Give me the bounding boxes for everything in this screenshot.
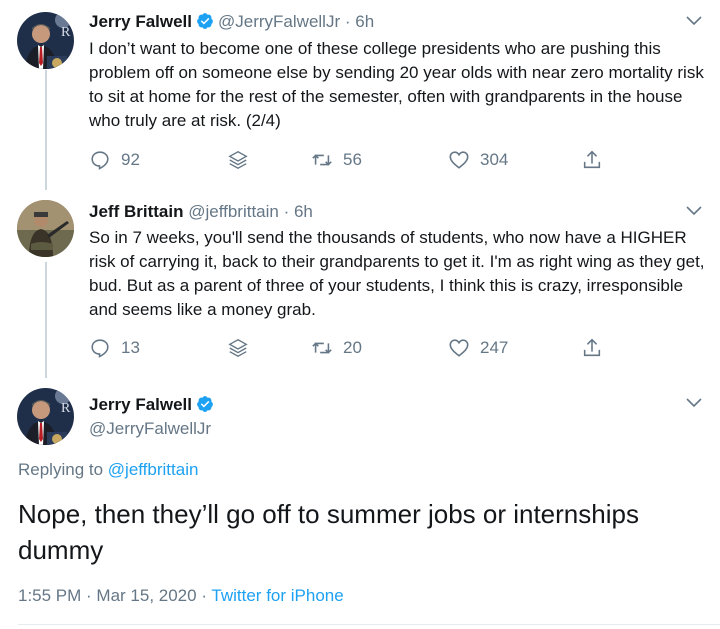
replying-to-handle-link[interactable]: @jeffbrittain	[108, 460, 199, 479]
avatar-jeff-brittain[interactable]	[17, 200, 74, 257]
author-handle[interactable]: @JerryFalwellJr	[89, 419, 211, 438]
like-button[interactable]: 304	[448, 148, 508, 172]
verified-badge-icon	[196, 12, 214, 30]
author-name[interactable]: Jerry Falwell	[89, 395, 192, 414]
share-stack-button[interactable]	[227, 336, 259, 360]
tweet-header: Jerry Falwell @JerryFalwellJr · 6h	[89, 12, 374, 32]
retweet-button[interactable]: 56	[311, 148, 362, 172]
chevron-down-icon[interactable]	[686, 398, 702, 408]
tweet-text: So in 7 weeks, you'll send the thousands…	[89, 228, 705, 319]
tweet-timestamp[interactable]: 1:55 PM · Mar 15, 2020 ·	[18, 586, 211, 605]
heart-icon	[449, 151, 469, 169]
upload-icon	[583, 150, 601, 169]
reply-button[interactable]: 92	[89, 148, 140, 172]
svg-text:R: R	[61, 401, 71, 416]
reply-button[interactable]: 13	[89, 336, 140, 360]
like-count: 247	[480, 338, 509, 357]
author-name[interactable]: Jerry Falwell	[89, 12, 192, 31]
like-button[interactable]: 247	[448, 336, 508, 360]
tweet-source-link[interactable]: Twitter for iPhone	[211, 586, 343, 605]
thread-tweet-2[interactable]: Jeff Brittain @jeffbrittain · 6h So in 7…	[0, 190, 720, 380]
focused-author-name-row: Jerry Falwell	[89, 395, 218, 415]
avatar-jerry-falwell[interactable]: R	[17, 12, 74, 69]
chevron-down-icon[interactable]	[686, 206, 702, 216]
author-handle[interactable]: @JerryFalwellJr	[218, 12, 340, 31]
like-count: 304	[480, 150, 509, 169]
share-button[interactable]	[581, 336, 613, 360]
tweet-actions: 13 20 247	[89, 336, 609, 360]
svg-text:R: R	[61, 25, 71, 40]
chevron-down-icon[interactable]	[686, 16, 702, 26]
tweet-meta: 1:55 PM · Mar 15, 2020 · Twitter for iPh…	[18, 586, 344, 606]
thread-tweet-1[interactable]: R Jerry Falwell @JerryFalwellJr · 6h I do…	[0, 0, 720, 190]
retweet-icon	[312, 154, 332, 166]
replying-to-label: Replying to	[18, 460, 108, 479]
layers-icon	[228, 150, 248, 170]
avatar-jerry-falwell[interactable]: R	[17, 388, 74, 445]
retweet-icon	[312, 342, 332, 354]
tweet-text: I don’t want to become one of these coll…	[89, 39, 704, 130]
retweet-button[interactable]: 20	[311, 336, 362, 360]
retweet-count: 20	[343, 338, 362, 357]
tweet-time[interactable]: · 6h	[284, 202, 313, 221]
author-name[interactable]: Jeff Brittain	[89, 202, 183, 221]
reply-icon	[91, 151, 109, 170]
reply-icon	[91, 339, 109, 358]
tweet-header: Jeff Brittain @jeffbrittain · 6h	[89, 202, 313, 222]
tweet-time[interactable]: · 6h	[345, 12, 374, 31]
tweet-actions: 92 56 304	[89, 148, 609, 172]
share-stack-button[interactable]	[227, 148, 259, 172]
heart-icon	[449, 339, 469, 357]
focused-author-handle-row: @JerryFalwellJr	[89, 419, 211, 439]
layers-icon	[228, 338, 248, 358]
replying-to: Replying to @jeffbrittain	[18, 460, 198, 480]
focused-tweet-text: Nope, then they’ll go off to summer jobs…	[18, 499, 639, 565]
verified-badge-icon	[196, 395, 214, 413]
upload-icon	[583, 338, 601, 357]
reply-count: 92	[121, 150, 140, 169]
retweet-count: 56	[343, 150, 362, 169]
author-handle[interactable]: @jeffbrittain	[188, 202, 279, 221]
divider	[18, 624, 720, 625]
share-button[interactable]	[581, 148, 613, 172]
reply-count: 13	[121, 338, 140, 357]
